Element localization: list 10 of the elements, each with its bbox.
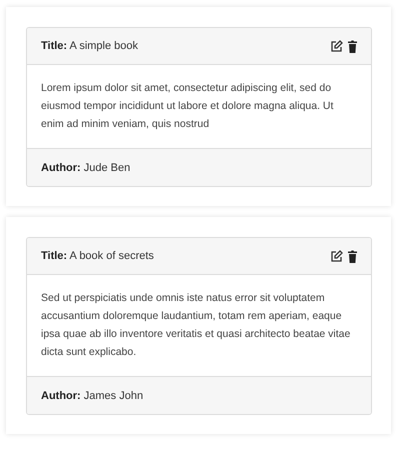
- book-title: Title: A simple book: [41, 40, 138, 52]
- book-author: Author: Jude Ben: [41, 162, 130, 174]
- trash-icon[interactable]: [348, 40, 357, 52]
- book-title: Title: A book of secrets: [41, 250, 154, 262]
- edit-icon[interactable]: [330, 250, 343, 262]
- trash-icon[interactable]: [348, 250, 357, 262]
- book-description: Sed ut perspiciatis unde omnis iste natus error sit voluptatem accusantium doloremque laudantium, totam rem aperiam, eaque ipsa quae ab illo inventore veritatis et quasi architecto beatae vitae dicta sunt explicabo.: [40, 291, 352, 360]
- edit-icon[interactable]: [330, 40, 343, 52]
- book-author: Author: James John: [41, 390, 144, 402]
- book-description: Lorem ipsum dolor sit amet, consectetur adipiscing elit, sed do eiusmod tempor incididunt ut labore et dolore magna aliqua. Ut enim ad minim veniam, quis nostrud: [40, 81, 334, 132]
